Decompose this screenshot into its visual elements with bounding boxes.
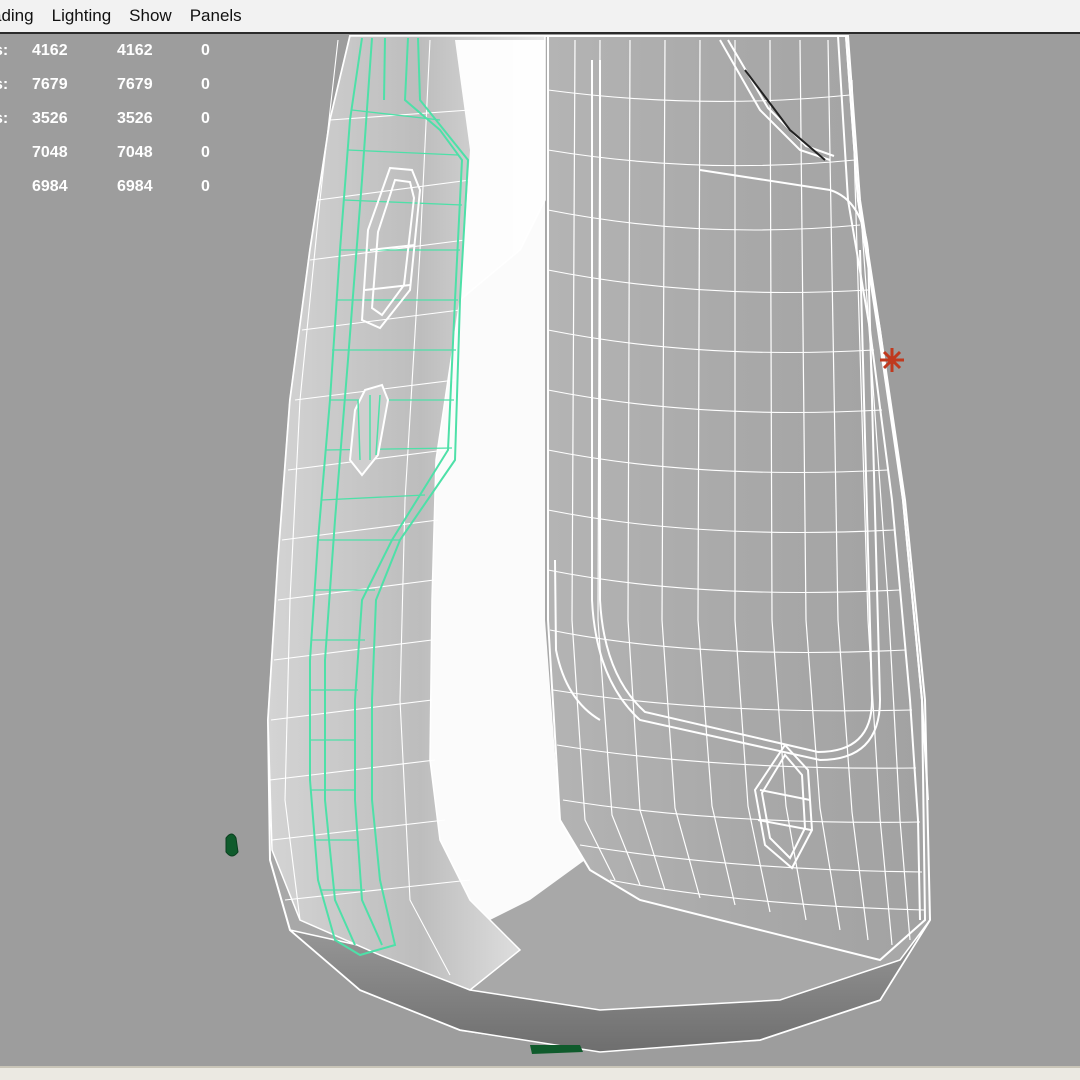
back-face — [547, 35, 927, 962]
menu-panels[interactable]: Panels — [190, 6, 242, 26]
viewport-menu-bar: ading Lighting Show Panels — [0, 0, 1080, 34]
menu-show[interactable]: Show — [129, 6, 172, 26]
status-strip — [0, 1066, 1080, 1080]
menu-shading[interactable]: ading — [0, 6, 34, 26]
model-wireframe — [225, 35, 932, 1054]
menu-lighting[interactable]: Lighting — [52, 6, 112, 26]
3d-viewport[interactable]: s: 4162 4162 0 s: 7679 7679 0 s: 3526 35… — [0, 34, 1080, 1066]
pivot-marker-bottom — [530, 1045, 583, 1054]
pivot-marker-left — [225, 833, 239, 857]
